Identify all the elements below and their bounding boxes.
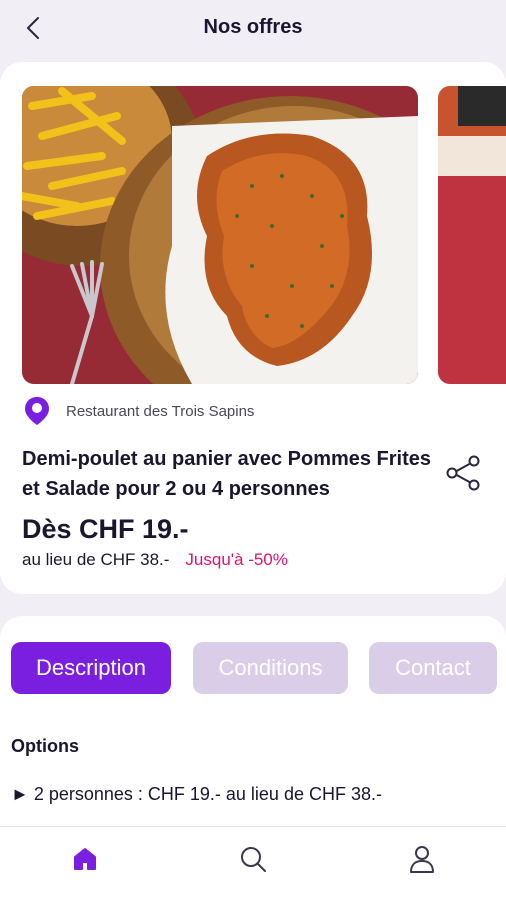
location-pin-icon: [22, 396, 52, 426]
page-title: Nos offres: [203, 16, 303, 38]
tab-description[interactable]: Description: [11, 642, 171, 694]
options-heading: Options: [11, 736, 79, 756]
next-offer-photo[interactable]: [438, 86, 506, 384]
price-details: au lieu de CHF 38.- Jusqu'à -50%: [22, 550, 288, 570]
nav-search-button[interactable]: [233, 839, 273, 879]
tab-conditions[interactable]: Conditions: [193, 642, 348, 694]
nav-profile-button[interactable]: [402, 839, 442, 879]
original-price: au lieu de CHF 38.-: [22, 550, 170, 569]
share-icon: [446, 455, 480, 491]
option-item: ► 2 personnes : CHF 19.- au lieu de CHF …: [11, 784, 382, 804]
offer-card[interactable]: Restaurant des Trois Sapins Demi-poulet …: [0, 62, 506, 594]
home-icon: [74, 848, 96, 870]
share-button[interactable]: [444, 454, 482, 492]
tab-contact[interactable]: Contact: [369, 642, 497, 694]
offer-price: Dès CHF 19.-: [22, 514, 189, 544]
search-icon: [241, 847, 266, 872]
bottom-navigation: [0, 826, 506, 900]
top-bar: Nos offres: [0, 0, 506, 56]
offer-photo[interactable]: [22, 86, 418, 384]
offer-title: Demi-poulet au panier avec Pommes Frites…: [22, 448, 432, 500]
image-carousel[interactable]: [22, 86, 506, 384]
location-row: Restaurant des Trois Sapins: [22, 396, 254, 426]
user-icon: [410, 846, 434, 873]
nav-home-button[interactable]: [65, 839, 105, 879]
discount-badge: Jusqu'à -50%: [185, 550, 288, 569]
restaurant-name: Restaurant des Trois Sapins: [66, 402, 255, 420]
